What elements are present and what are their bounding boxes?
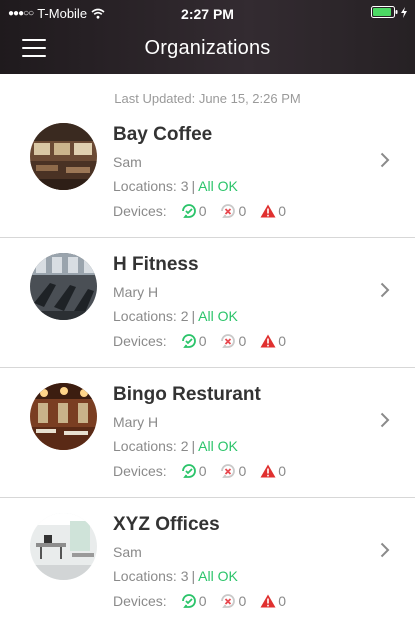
organization-list-item[interactable]: Bingo Resturant Mary H Locations: 2 | All … [0,368,415,498]
devices-offline: 0 [220,593,246,609]
alert-triangle-icon [260,594,276,608]
devices-label: Devices: [113,203,167,219]
organization-list-item[interactable]: Bay Coffee Sam Locations: 3 | All OK Devic… [0,108,415,238]
cafe-photo-image [30,123,97,190]
devices-alerts: 0 [260,593,286,609]
organization-owner: Sam [113,544,142,560]
devices-online-count: 0 [198,203,207,219]
devices-alerts-count: 0 [278,333,287,349]
organization-locations: Locations: 2 | All OK [113,308,238,324]
device-online-icon [181,334,196,348]
devices-label: Devices: [113,333,167,349]
separator: | [191,308,196,324]
status-ok-label: All OK [198,568,238,584]
organization-avatar-h-fitness [30,253,97,320]
devices-online: 0 [181,333,207,349]
charging-bolt-icon [401,6,407,18]
status-bar: ●●●○○ T-Mobile 2:27 PM [0,0,415,28]
devices-label: Devices: [113,593,167,609]
organization-name: XYZ Offices [113,514,220,535]
app-header: ●●●○○ T-Mobile 2:27 PM Organizations [0,0,415,74]
chevron-right-icon[interactable] [380,412,390,428]
organization-name: H Fitness [113,254,199,275]
device-offline-icon [221,204,236,218]
organization-locations: Locations: 3 | All OK [113,178,238,194]
chevron-right-icon[interactable] [380,152,390,168]
organization-avatar-xyz-offices [30,513,97,580]
organization-list: Bay Coffee Sam Locations: 3 | All OK Devic… [0,108,415,627]
gym-photo-image [30,253,97,320]
devices-summary: Devices: 0 0 0 [113,203,286,219]
alert-triangle-icon [260,204,276,218]
organization-owner: Sam [113,154,142,170]
devices-offline-count: 0 [238,593,247,609]
devices-online: 0 [181,593,207,609]
locations-count: Locations: 2 [113,438,189,454]
devices-offline-count: 0 [238,463,247,479]
devices-summary: Devices: 0 0 0 [113,463,286,479]
devices-summary: Devices: 0 0 0 [113,333,286,349]
separator: | [191,438,196,454]
devices-summary: Devices: 0 0 0 [113,593,286,609]
restaurant-photo-image [30,383,97,450]
device-online-icon [181,204,196,218]
device-online-icon [181,464,196,478]
last-updated-text: Last Updated: June 15, 2:26 PM [114,91,301,106]
chevron-right-icon[interactable] [380,282,390,298]
organization-name: Bay Coffee [113,124,213,145]
devices-alerts: 0 [260,333,286,349]
organization-avatar-bingo-resturant [30,383,97,450]
device-offline-icon [221,464,236,478]
organization-owner: Mary H [113,284,159,300]
devices-online-count: 0 [198,463,207,479]
page-title: Organizations [144,37,271,59]
battery-icon [371,6,398,18]
organization-locations: Locations: 3 | All OK [113,568,238,584]
locations-count: Locations: 3 [113,178,189,194]
status-ok-label: All OK [198,308,238,324]
locations-count: Locations: 2 [113,308,189,324]
chevron-right-icon[interactable] [380,542,390,558]
devices-offline-count: 0 [238,333,247,349]
separator: | [191,568,196,584]
device-offline-icon [221,334,236,348]
devices-online-count: 0 [198,593,207,609]
devices-offline-count: 0 [238,203,247,219]
organization-locations: Locations: 2 | All OK [113,438,238,454]
office-photo-image [30,513,97,580]
devices-online: 0 [181,203,207,219]
status-ok-label: All OK [198,178,238,194]
devices-alerts: 0 [260,463,286,479]
organization-owner: Mary H [113,414,159,430]
devices-online-count: 0 [198,333,207,349]
separator: | [191,178,196,194]
devices-alerts-count: 0 [278,463,287,479]
status-ok-label: All OK [198,438,238,454]
devices-alerts-count: 0 [278,203,287,219]
devices-offline: 0 [220,203,246,219]
status-time: 2:27 PM [181,6,234,22]
devices-label: Devices: [113,463,167,479]
devices-alerts-count: 0 [278,593,287,609]
devices-alerts: 0 [260,203,286,219]
alert-triangle-icon [260,334,276,348]
status-right [371,6,407,18]
device-online-icon [181,594,196,608]
alert-triangle-icon [260,464,276,478]
organization-list-item[interactable]: XYZ Offices Sam Locations: 3 | All OK Devi… [0,498,415,627]
devices-offline: 0 [220,333,246,349]
device-offline-icon [221,594,236,608]
devices-online: 0 [181,463,207,479]
organization-avatar-bay-coffee [30,123,97,190]
devices-offline: 0 [220,463,246,479]
locations-count: Locations: 3 [113,568,189,584]
organization-name: Bingo Resturant [113,384,261,405]
organization-list-item[interactable]: H Fitness Mary H Locations: 2 | All OK Dev… [0,238,415,368]
